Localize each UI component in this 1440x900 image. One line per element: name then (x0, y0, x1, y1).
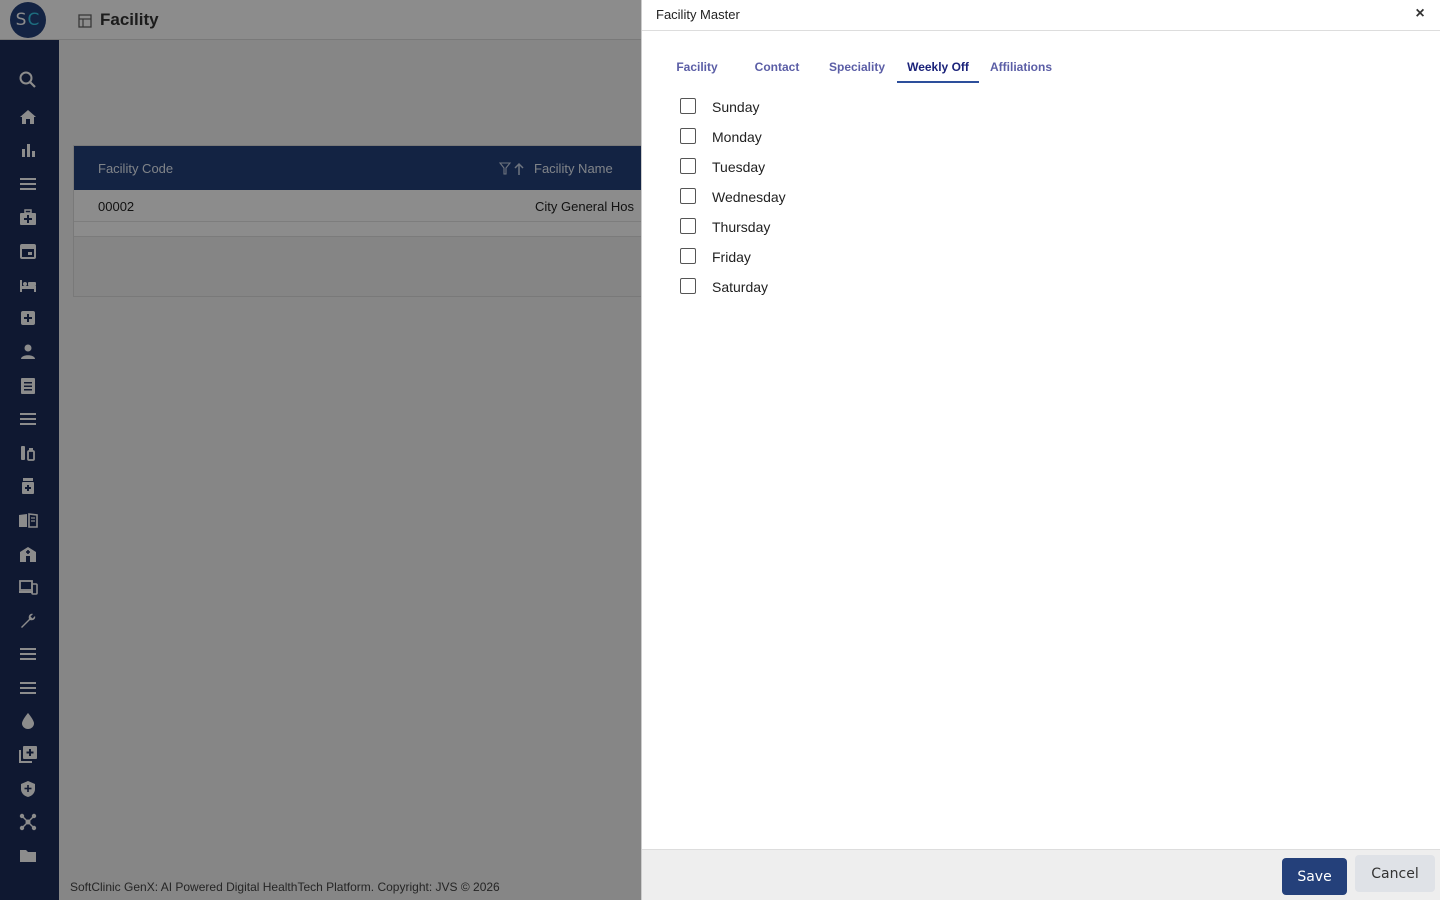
weekly-off-saturday[interactable]: Saturday (680, 276, 880, 296)
tab-speciality[interactable]: Speciality (826, 52, 888, 83)
wednesday-checkbox[interactable] (680, 188, 696, 204)
weekly-off-wednesday[interactable]: Wednesday (680, 186, 880, 206)
friday-label[interactable]: Friday (712, 249, 751, 265)
monday-checkbox[interactable] (680, 128, 696, 144)
weekly-off-sunday[interactable]: Sunday (680, 96, 880, 116)
facility-master-dialog: Facility Master × Facility Contact Speci… (641, 0, 1440, 900)
thursday-label[interactable]: Thursday (712, 219, 770, 235)
dialog-footer: Save Cancel (642, 849, 1440, 900)
saturday-checkbox[interactable] (680, 278, 696, 294)
monday-label[interactable]: Monday (712, 129, 762, 145)
tab-weekly-off[interactable]: Weekly Off (897, 52, 979, 83)
dialog-title: Facility Master (656, 7, 740, 22)
weekly-off-tuesday[interactable]: Tuesday (680, 156, 880, 176)
dialog-header: Facility Master × (642, 0, 1440, 31)
sunday-checkbox[interactable] (680, 98, 696, 114)
saturday-label[interactable]: Saturday (712, 279, 768, 295)
weekly-off-thursday[interactable]: Thursday (680, 216, 880, 236)
sunday-label[interactable]: Sunday (712, 99, 759, 115)
tuesday-label[interactable]: Tuesday (712, 159, 765, 175)
cancel-button[interactable]: Cancel (1355, 855, 1435, 892)
tab-contact[interactable]: Contact (748, 52, 806, 83)
weekly-off-monday[interactable]: Monday (680, 126, 880, 146)
save-button[interactable]: Save (1282, 858, 1347, 895)
tab-affiliations[interactable]: Affiliations (989, 52, 1053, 83)
wednesday-label[interactable]: Wednesday (712, 189, 786, 205)
tab-facility[interactable]: Facility (666, 52, 728, 83)
friday-checkbox[interactable] (680, 248, 696, 264)
tuesday-checkbox[interactable] (680, 158, 696, 174)
weekly-off-friday[interactable]: Friday (680, 246, 880, 266)
close-icon[interactable]: × (1410, 4, 1430, 24)
thursday-checkbox[interactable] (680, 218, 696, 234)
